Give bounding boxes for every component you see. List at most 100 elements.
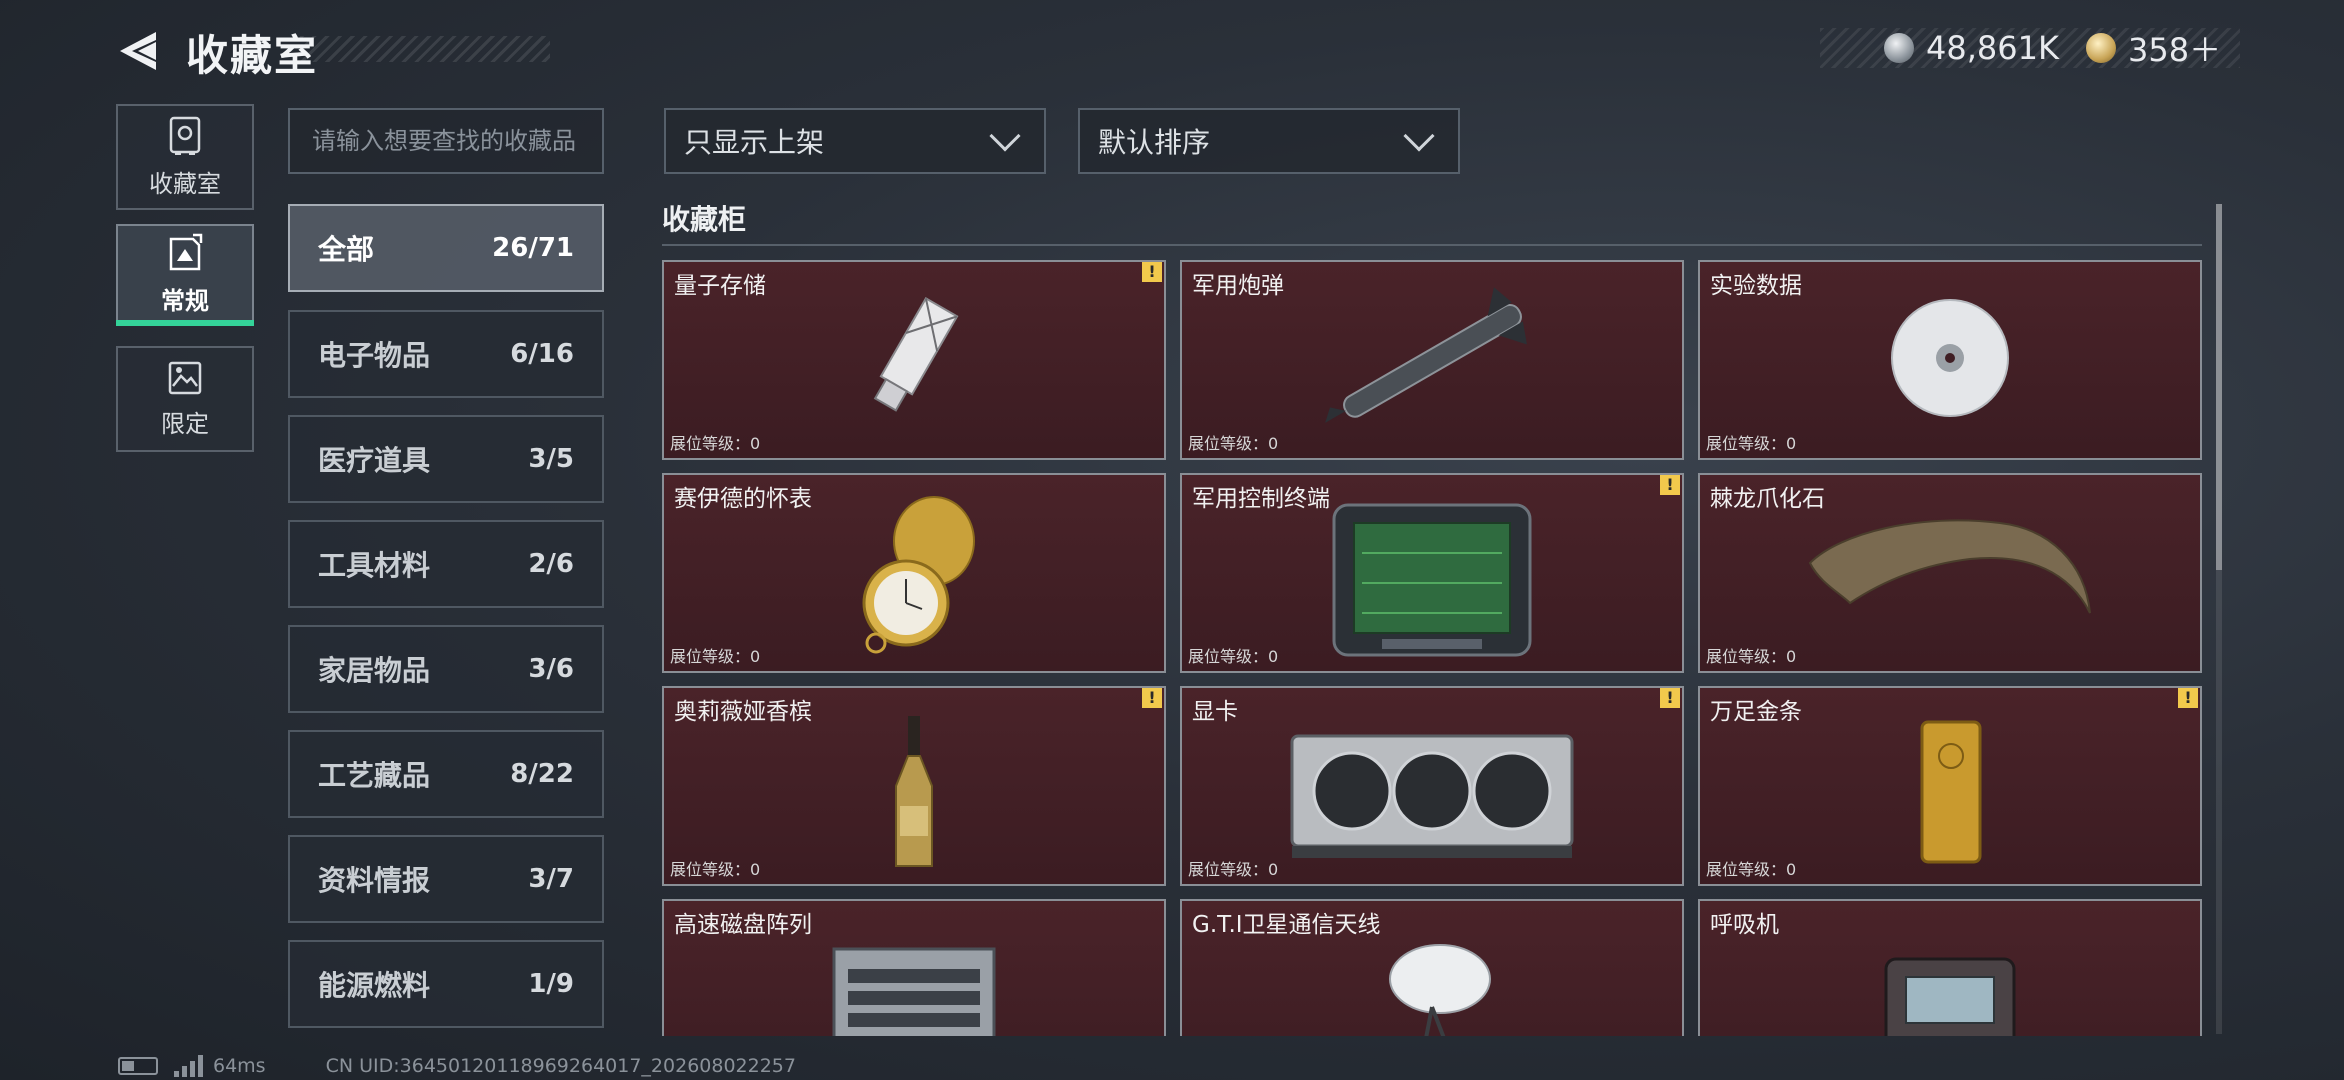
nav-item-regular[interactable]: 常规 (116, 224, 254, 324)
item-level: 展位等级：0 (1706, 434, 1797, 453)
category-medical[interactable]: 医疗道具 3/5 (288, 415, 604, 503)
item-card-gold-bar[interactable]: 万足金条 ! 展位等级：0 (1698, 686, 2202, 886)
item-level: 展位等级：0 (1188, 860, 1279, 879)
item-name: G.T.I卫星通信天线 (1192, 912, 1381, 938)
dropdown-value: 只显示上架 (684, 126, 825, 159)
gold-coin-icon (2086, 33, 2116, 63)
category-name: 全部 (318, 233, 375, 266)
status-footer: 64ms CN UID:364501201189692640​17_202608… (118, 1054, 796, 1078)
item-level: 展位等级：0 (1706, 647, 1797, 666)
currency-silver: 48,861K (1884, 26, 2059, 70)
section-divider (662, 244, 2202, 246)
category-count: 6/16 (510, 339, 574, 369)
currency-silver-value: 48,861K (1926, 29, 2059, 67)
category-name: 医疗道具 (318, 444, 431, 477)
page-title: 收藏室 (186, 31, 319, 80)
search-input[interactable] (288, 108, 604, 174)
ping-value: 64ms (213, 1055, 266, 1077)
category-count: 3/7 (528, 864, 574, 894)
uid-text: CN UID:364501201189692640​17_20260802225… (325, 1055, 796, 1077)
alert-icon: ! (1142, 688, 1162, 708)
category-name: 工具材料 (318, 549, 431, 582)
item-level: 展位等级：0 (1188, 434, 1279, 453)
section-title: 收藏柜 (662, 203, 747, 236)
item-name: 高速磁盘阵列 (674, 912, 812, 938)
dropdown-value: 默认排序 (1098, 126, 1211, 159)
graphics-card-icon (1290, 734, 1574, 858)
item-card-claw-fossil[interactable]: 棘龙爪化石 展位等级：0 (1698, 473, 2202, 673)
category-tools[interactable]: 工具材料 2/6 (288, 520, 604, 608)
item-card-champagne[interactable]: 奥莉薇娅香槟 ! 展位等级：0 (662, 686, 1166, 886)
item-card-disk-array[interactable]: 高速磁盘阵列 (662, 899, 1166, 1036)
item-card-satellite-antenna[interactable]: G.T.I卫星通信天线 (1180, 899, 1684, 1036)
champagne-icon (895, 716, 933, 867)
item-level: 展位等级：0 (670, 860, 761, 879)
item-name: 赛伊德的怀表 (674, 486, 812, 512)
title-decoration (300, 36, 550, 62)
claw-fossil-icon (1808, 519, 2091, 614)
item-name: 量子存储 (674, 273, 766, 299)
silver-coin-icon (1884, 33, 1914, 63)
item-card-control-terminal[interactable]: 军用控制终端 ! 展位等级：0 (1180, 473, 1684, 673)
image-icon (168, 361, 202, 394)
alert-icon: ! (1660, 475, 1680, 495)
category-count: 2/6 (528, 549, 574, 579)
item-name: 显卡 (1192, 699, 1238, 725)
pocket-watch-icon (862, 496, 975, 654)
nav-item-limited[interactable]: 限定 (116, 346, 254, 452)
item-card-quantum-storage[interactable]: 量子存储 ! 展位等级：0 (662, 260, 1166, 460)
item-name: 实验数据 (1710, 273, 1802, 299)
usb-drive-icon (873, 297, 959, 412)
alert-icon: ! (2178, 688, 2198, 708)
category-name: 电子物品 (318, 339, 431, 372)
sort-dropdown[interactable]: 默认排序 (1078, 108, 1460, 174)
item-name: 呼吸机 (1710, 912, 1779, 938)
category-household[interactable]: 家居物品 3/6 (288, 625, 604, 713)
nav-item-collection-room[interactable]: 收藏室 (116, 104, 254, 210)
chevron-down-icon (989, 120, 1021, 152)
item-name: 棘龙爪化石 (1710, 486, 1825, 512)
item-card-ventilator[interactable]: 呼吸机 (1698, 899, 2202, 1036)
safe-icon (169, 116, 201, 155)
currency-gold-value: 358＋ (2128, 31, 2222, 69)
category-electronics[interactable]: 电子物品 6/16 (288, 310, 604, 398)
collection-grid: 量子存储 ! 展位等级：0 军用炮弹 展位等级：0 实验数据 展位等级：0 赛伊… (662, 260, 2202, 1036)
category-name: 资料情报 (318, 864, 431, 897)
item-name: 军用炮弹 (1192, 273, 1284, 299)
item-card-experiment-data[interactable]: 实验数据 展位等级：0 (1698, 260, 2202, 460)
category-all[interactable]: 全部 26/71 (288, 204, 604, 292)
item-card-graphics-card[interactable]: 显卡 ! 展位等级：0 (1180, 686, 1684, 886)
currency-gold[interactable]: 358＋ (2086, 26, 2221, 70)
item-card-pocket-watch[interactable]: 赛伊德的怀表 展位等级：0 (662, 473, 1166, 673)
nav-label: 收藏室 (149, 169, 221, 198)
category-intel[interactable]: 资料情报 3/7 (288, 835, 604, 923)
item-card-military-shell[interactable]: 军用炮弹 展位等级：0 (1180, 260, 1684, 460)
gold-bar-icon (1920, 720, 1982, 864)
item-name: 军用控制终端 (1192, 486, 1330, 512)
item-level: 展位等级：0 (670, 647, 761, 666)
item-name: 万足金条 (1710, 699, 1802, 725)
category-name: 能源燃料 (318, 969, 431, 1002)
back-button[interactable] (116, 28, 162, 74)
grid-scrollbar-thumb[interactable] (2216, 204, 2222, 570)
item-name: 奥莉薇娅香槟 (674, 699, 812, 725)
chevron-down-icon (1403, 120, 1435, 152)
item-level: 展位等级：0 (1188, 647, 1279, 666)
category-count: 1/9 (528, 969, 574, 999)
alert-icon: ! (1142, 262, 1162, 282)
category-crafts[interactable]: 工艺藏品 8/22 (288, 730, 604, 818)
item-level: 展位等级：0 (670, 434, 761, 453)
category-name: 工艺藏品 (318, 759, 431, 792)
signal-icon (174, 1055, 203, 1077)
missile-icon (1325, 287, 1527, 423)
category-count: 26/71 (492, 233, 574, 263)
satellite-dish-icon (1389, 944, 1491, 1036)
category-energy[interactable]: 能源燃料 1/9 (288, 940, 604, 1028)
category-count: 8/22 (510, 759, 574, 789)
nav-label: 常规 (161, 286, 209, 315)
display-filter-dropdown[interactable]: 只显示上架 (664, 108, 1046, 174)
category-count: 3/5 (528, 444, 574, 474)
alert-icon: ! (1660, 688, 1680, 708)
disc-icon (1891, 299, 2009, 417)
document-icon (169, 233, 203, 270)
